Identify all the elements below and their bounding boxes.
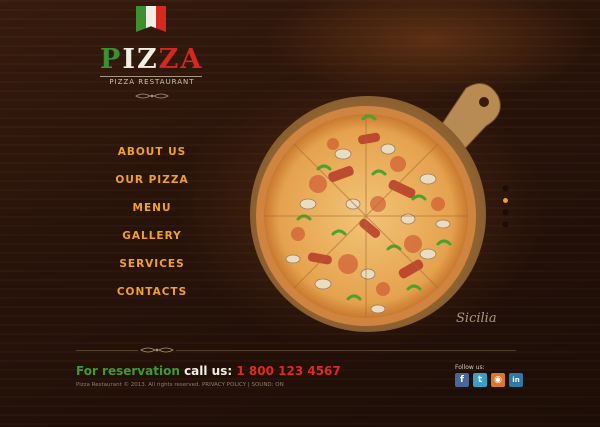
sound-toggle[interactable]: SOUND: ON — [251, 382, 283, 388]
pizza-slide-image — [238, 74, 518, 334]
italian-flag-ribbon — [136, 6, 166, 32]
linkedin-icon[interactable]: in — [509, 373, 523, 387]
call-us-label: call us: — [184, 364, 233, 378]
privacy-policy-link[interactable]: PRIVACY POLICY — [202, 382, 246, 388]
copyright-text: Pizza Restaurant © 2013. All rights rese… — [76, 382, 201, 388]
footer-ornament — [140, 347, 174, 353]
slider-dot[interactable] — [503, 210, 508, 215]
menu-item-services[interactable]: SERVICES — [102, 257, 202, 285]
logo-letter: Z — [158, 44, 181, 75]
facebook-icon[interactable]: f — [455, 373, 469, 387]
logo-letter: I — [122, 44, 137, 75]
logo-divider — [100, 76, 202, 77]
slider-dot-active[interactable] — [503, 198, 508, 203]
logo-letter: A — [180, 44, 204, 75]
slider-pagination — [503, 186, 508, 234]
twitter-icon[interactable]: t — [473, 373, 487, 387]
slider-dot[interactable] — [503, 186, 508, 191]
follow-us-label: Follow us: — [455, 364, 485, 371]
phone-number[interactable]: 1 800 123 4567 — [236, 364, 340, 378]
social-links: f t ◉ in — [455, 373, 523, 387]
rss-icon[interactable]: ◉ — [491, 373, 505, 387]
menu-item-menu[interactable]: MENU — [102, 201, 202, 229]
copyright-line: Pizza Restaurant © 2013. All rights rese… — [76, 382, 284, 388]
reservation-line: For reservation call us: 1 800 123 4567 — [76, 364, 341, 378]
main-menu: ABOUT US OUR PIZZA MENU GALLERY SERVICES… — [102, 145, 202, 313]
slide-caption: Sicilia — [456, 311, 497, 326]
menu-item-our-pizza[interactable]: OUR PIZZA — [102, 173, 202, 201]
reservation-label: For reservation — [76, 364, 180, 378]
footer-separator: | — [247, 382, 250, 388]
logo-letter: Z — [136, 44, 159, 75]
menu-item-contacts[interactable]: CONTACTS — [102, 285, 202, 313]
logo-tagline: PIZZA RESTAURANT — [109, 78, 195, 86]
menu-item-about-us[interactable]: ABOUT US — [102, 145, 202, 173]
slider-dot[interactable] — [503, 222, 508, 227]
logo-letter: P — [100, 44, 123, 75]
footer-divider — [176, 350, 516, 351]
logo[interactable]: PIZZA — [100, 44, 203, 76]
menu-item-gallery[interactable]: GALLERY — [102, 229, 202, 257]
footer-divider — [76, 350, 138, 351]
ornament-divider — [135, 93, 169, 99]
